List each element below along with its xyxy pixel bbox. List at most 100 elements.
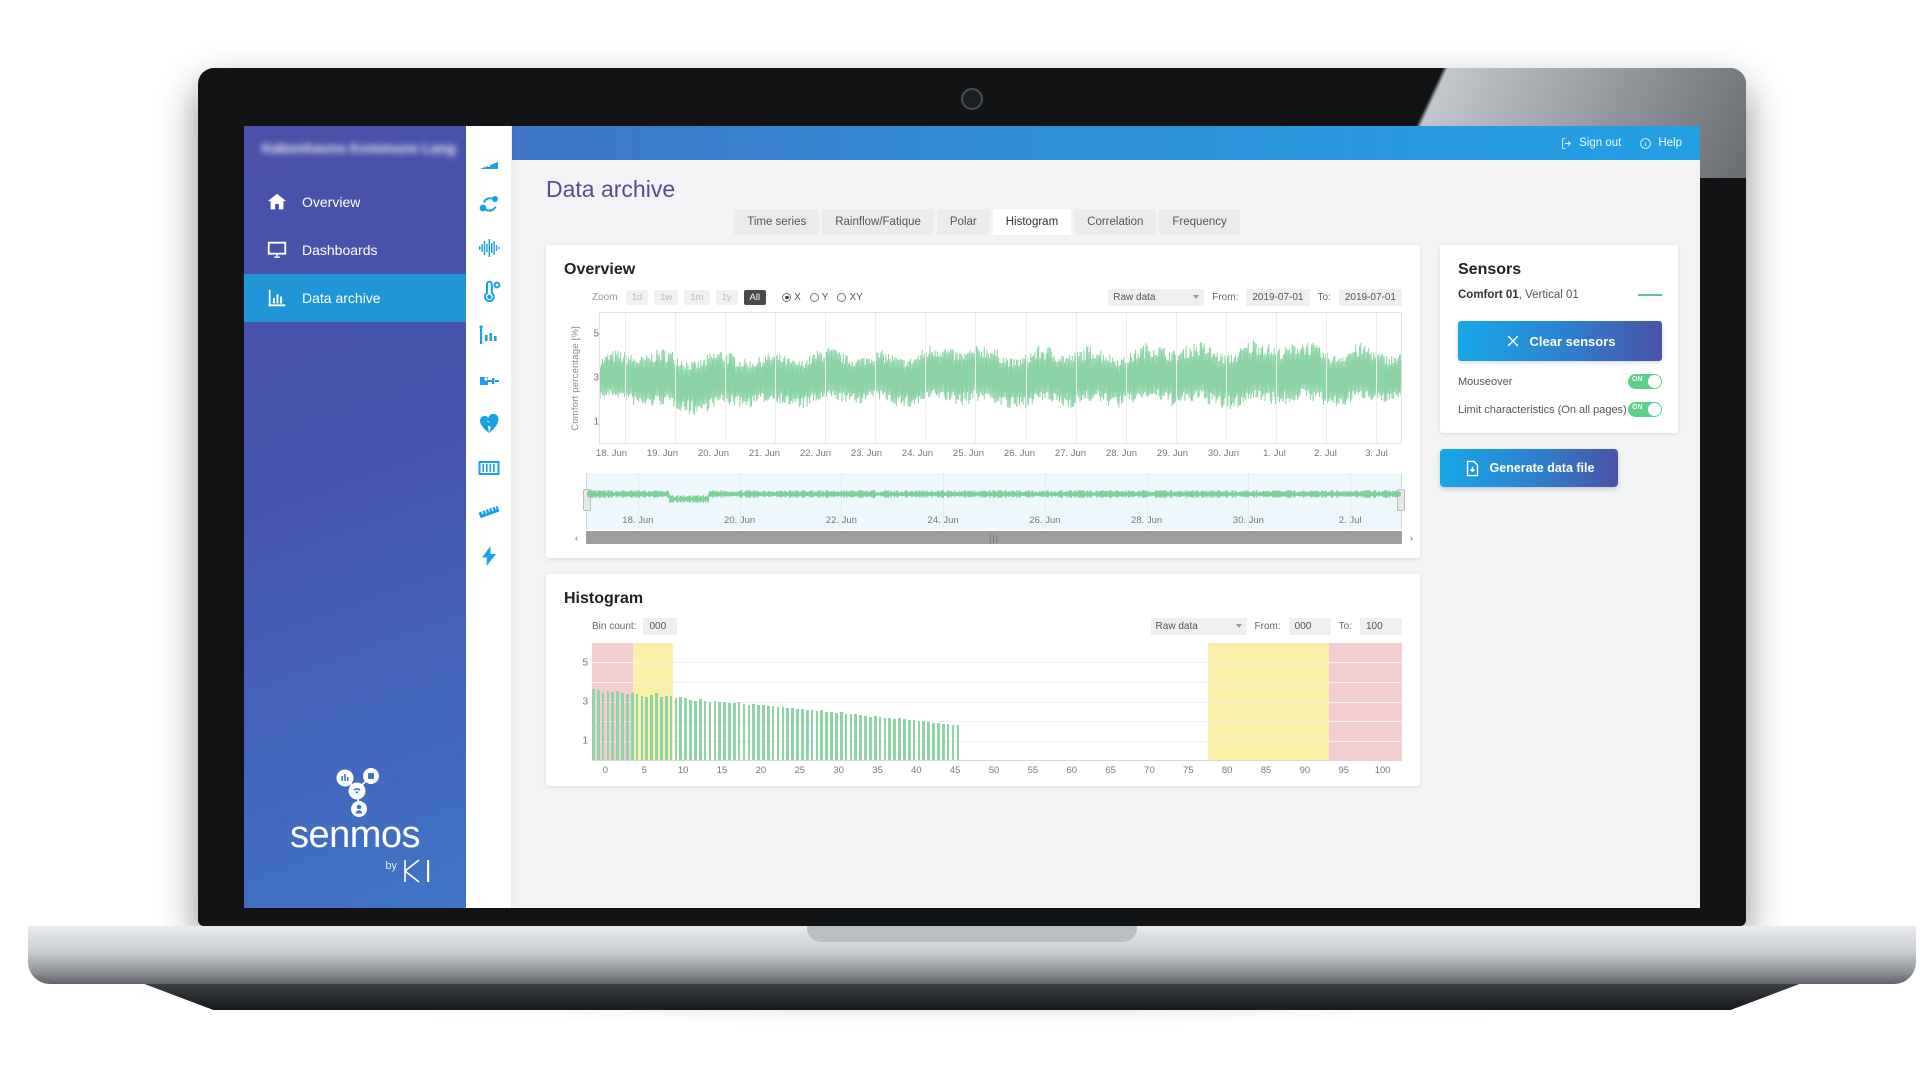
histogram-bar (791, 708, 794, 760)
angle-ruler-icon[interactable] (466, 138, 512, 182)
histogram-to-input[interactable]: 100 (1360, 618, 1402, 635)
overview-navigator: 18. Jun 20. Jun 22. Jun 24. Jun 26. Jun 28. J… (575, 473, 1413, 544)
histogram-bar (592, 689, 595, 760)
navigator-x-ticks: 18. Jun 20. Jun 22. Jun 24. Jun 26. Jun 28. J… (587, 515, 1401, 526)
overview-series (600, 340, 1401, 416)
histogram-bar (825, 711, 828, 760)
gridline (775, 313, 777, 443)
left-navigation: Københavns Kommune Langebro Overview (244, 126, 466, 908)
sign-out-link[interactable]: Sign out (1560, 137, 1621, 150)
thermometer-icon[interactable] (466, 270, 512, 314)
radio-axis-xy[interactable]: XY (837, 292, 863, 303)
histogram-bar (679, 696, 683, 760)
broken-heart-icon[interactable] (466, 402, 512, 446)
overview-card: Overview Zoom 1d 1w 1m 1y All X Y XY Raw… (546, 245, 1420, 558)
x-tick: 3. Jul (1365, 448, 1388, 459)
bin-count-input[interactable]: 000 (643, 618, 678, 635)
tab-polar[interactable]: Polar (936, 209, 990, 235)
limit-characteristics-label: Limit characteristics (On all pages) (1458, 403, 1627, 416)
page-title: Data archive (546, 176, 676, 202)
radio-axis-y[interactable]: Y (809, 292, 829, 303)
x-tick: 21. Jun (748, 448, 781, 459)
zoom-button-1m[interactable]: 1m (684, 290, 710, 305)
clear-sensors-label: Clear sensors (1529, 333, 1616, 349)
tab-histogram[interactable]: Histogram (992, 209, 1072, 235)
levels-icon[interactable] (466, 314, 512, 358)
scroll-right-arrow[interactable]: › (1410, 533, 1413, 543)
from-date-input[interactable]: 2019-07-01 (1246, 289, 1310, 306)
pressure-sensor-icon[interactable] (466, 358, 512, 402)
histogram-bar (888, 717, 892, 760)
zoom-button-1w[interactable]: 1w (654, 290, 679, 305)
histogram-from-input[interactable]: 000 (1288, 618, 1331, 635)
mouseover-label: Mouseover (1458, 375, 1513, 388)
radio-label: Y (821, 292, 829, 303)
x-tick: 65 (1105, 765, 1116, 776)
histogram-bar (946, 724, 950, 760)
zoom-button-1y[interactable]: 1y (715, 290, 738, 305)
y-tick: 3 (582, 696, 588, 708)
sidebar-item-overview[interactable]: Overview (244, 178, 466, 226)
laptop-base (28, 926, 1916, 984)
zoom-button-1d[interactable]: 1d (625, 290, 649, 305)
histogram-bar (849, 714, 853, 760)
sidebar-item-data-archive[interactable]: Data archive (244, 274, 466, 322)
tab-correlation[interactable]: Correlation (1074, 209, 1157, 235)
scrollbar-grip[interactable]: ||| (989, 533, 999, 543)
histogram-bar (883, 717, 887, 760)
clear-sensors-button[interactable]: Clear sensors (1458, 321, 1662, 361)
histogram-bar (732, 703, 736, 760)
sensor-entry[interactable]: Comfort 01 , Vertical 01 (1458, 289, 1662, 301)
histogram-bar (854, 713, 858, 760)
grid-barrier-icon[interactable] (466, 446, 512, 490)
zoom-button-all[interactable]: All (743, 290, 767, 305)
navigator-plot[interactable]: 18. Jun 20. Jun 22. Jun 24. Jun 26. Jun 28. J… (583, 473, 1405, 529)
screenshot-stage: Københavns Kommune Langebro Overview (0, 0, 1920, 1080)
dataset-select-value: Raw data (1113, 292, 1156, 303)
histogram-bar (703, 701, 707, 760)
x-tick: 15 (716, 765, 728, 776)
sign-out-label: Sign out (1579, 137, 1622, 149)
limit-characteristics-toggle[interactable]: ON (1628, 402, 1662, 417)
gridline (1175, 313, 1177, 443)
sensors-card: Sensors Comfort 01 , Vertical 01 Clear s… (1440, 245, 1678, 433)
histogram-bar (786, 707, 790, 760)
x-tick: 24. Jun (901, 448, 934, 459)
scroll-left-arrow[interactable]: ‹ (575, 533, 578, 543)
histogram-bar (903, 719, 906, 760)
generate-data-file-button[interactable]: Generate data file (1440, 449, 1618, 487)
to-date-input[interactable]: 2019-07-01 (1338, 289, 1402, 306)
dataset-select[interactable]: Raw data (1108, 289, 1205, 306)
histogram-dataset-select[interactable]: Raw data (1150, 618, 1247, 635)
histogram-bar (660, 697, 663, 760)
waveform-icon[interactable] (466, 226, 512, 270)
help-link[interactable]: Help (1639, 137, 1682, 150)
sidebar-item-dashboards[interactable]: Dashboards (244, 226, 466, 274)
tab-frequency[interactable]: Frequency (1159, 209, 1240, 235)
mouseover-toggle[interactable]: ON (1628, 374, 1662, 389)
tab-time-series[interactable]: Time series (734, 209, 820, 235)
to-label: To: (1317, 292, 1331, 303)
radio-axis-x[interactable]: X (782, 292, 801, 303)
histogram-bar (781, 706, 785, 760)
route-icon[interactable] (466, 182, 512, 226)
x-tick: 100 (1374, 765, 1391, 776)
gridline (1125, 313, 1127, 443)
lightning-icon[interactable] (466, 534, 512, 578)
ruler-icon[interactable] (466, 490, 512, 534)
sensor-type-rail (466, 126, 512, 908)
histogram-plot[interactable] (592, 643, 1402, 761)
y-tick: 5 (582, 657, 588, 669)
webcam (961, 88, 983, 110)
main-column: Overview Zoom 1d 1w 1m 1y All X Y XY Raw… (546, 245, 1420, 802)
sidebar-item-label: Overview (302, 194, 361, 210)
tab-rainflow-fatique[interactable]: Rainflow/Fatique (822, 209, 934, 235)
gridline (625, 313, 627, 443)
histogram-bar (689, 699, 692, 760)
navigator-scrollbar[interactable]: ‹ ||| › (575, 531, 1413, 544)
overview-toolbar-right: Raw data From: 2019-07-01 To: 2019-07-01 (1108, 289, 1402, 306)
gridline (1325, 313, 1327, 443)
overview-plot[interactable] (599, 312, 1402, 444)
laptop-lid: Københavns Kommune Langebro Overview (198, 68, 1746, 926)
mouseover-row: Mouseover ON (1458, 374, 1662, 389)
